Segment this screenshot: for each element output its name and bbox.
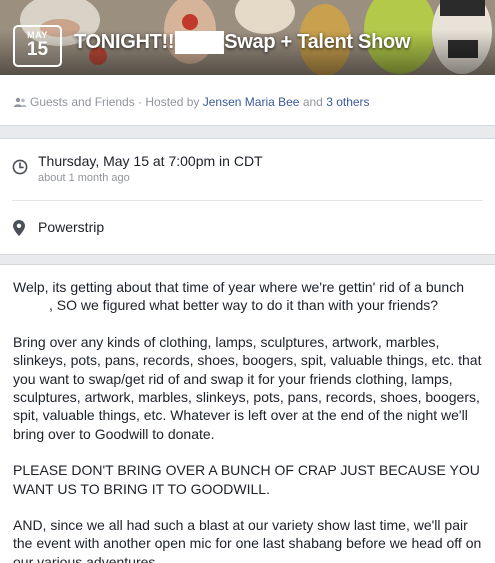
event-cover: MAY 15 TONIGHT!! Swap + Talent Show bbox=[0, 0, 495, 75]
event-datetime: Thursday, May 15 at 7:00pm in CDT bbox=[38, 153, 263, 169]
event-location-name: Powerstrip bbox=[38, 219, 105, 235]
event-title-part2: Swap + Talent Show bbox=[224, 30, 411, 53]
event-description-card: Welp, its getting about that time of yea… bbox=[0, 264, 495, 563]
date-badge: MAY 15 bbox=[13, 25, 62, 67]
and-label: and bbox=[299, 95, 327, 109]
event-description: Welp, its getting about that time of yea… bbox=[13, 278, 485, 563]
description-text: , SO we figured what better way to do it… bbox=[49, 297, 439, 314]
privacy-label: Guests and Friends bbox=[30, 95, 135, 109]
host-line: Guests and Friends · Hosted by Jensen Ma… bbox=[13, 95, 370, 109]
description-paragraph: PLEASE DON'T BRING OVER A BUNCH OF CRAP … bbox=[13, 462, 480, 497]
description-text: Welp, its getting about that time of yea… bbox=[13, 279, 465, 295]
date-day: 15 bbox=[26, 39, 49, 60]
people-icon bbox=[14, 97, 27, 107]
host-name-link[interactable]: Jensen Maria Bee bbox=[203, 95, 300, 109]
clock-icon bbox=[12, 159, 28, 175]
description-paragraph: Bring over any kinds of clothing, lamps,… bbox=[13, 333, 482, 442]
redacted-inline bbox=[13, 298, 49, 311]
redacted-block bbox=[175, 30, 225, 54]
event-title-part1: TONIGHT!! bbox=[74, 30, 175, 53]
other-hosts-link[interactable]: 3 others bbox=[326, 95, 369, 109]
event-time-row[interactable]: Thursday, May 15 at 7:00pm in CDT about … bbox=[12, 139, 483, 201]
event-relative-time: about 1 month ago bbox=[38, 172, 130, 184]
event-location-row[interactable]: Powerstrip bbox=[0, 201, 495, 256]
map-pin-icon bbox=[13, 220, 25, 236]
description-paragraph: Welp, its getting about that time of yea… bbox=[13, 278, 485, 315]
event-title: TONIGHT!! Swap + Talent Show bbox=[74, 28, 410, 56]
description-paragraph: AND, since we all had such a blast at ou… bbox=[13, 517, 482, 563]
event-details-card: Thursday, May 15 at 7:00pm in CDT about … bbox=[0, 138, 495, 255]
hosted-by-label: · Hosted by bbox=[134, 95, 203, 109]
host-bar: Guests and Friends · Hosted by Jensen Ma… bbox=[0, 75, 495, 126]
